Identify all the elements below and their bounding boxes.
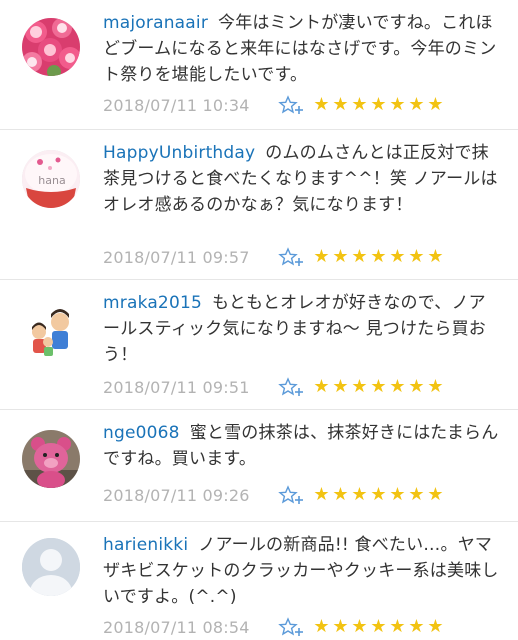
star-icon: ★ bbox=[332, 484, 349, 505]
comment-body: majoranaair 今年はミントが凄いですね。これほどブームになると来年にはな… bbox=[103, 10, 499, 88]
star-icon: ★ bbox=[370, 94, 387, 115]
username-link[interactable]: harienikki bbox=[103, 535, 188, 555]
star-rating: ★ ★ ★ ★ ★ ★ ★ bbox=[312, 95, 445, 115]
default-user-icon bbox=[22, 538, 80, 596]
star-icon: ★ bbox=[427, 484, 444, 505]
star-icon: ★ bbox=[370, 616, 387, 637]
comment-meta: 2018/07/11 10:34 ★ ★ ★ ★ ★ ★ ★ bbox=[103, 94, 445, 116]
star-plus-icon[interactable] bbox=[278, 617, 304, 637]
star-icon: ★ bbox=[389, 94, 406, 115]
avatar[interactable] bbox=[22, 18, 80, 76]
comment-item: majoranaair 今年はミントが凄いですね。これほどブームになると来年にはな… bbox=[0, 0, 518, 130]
star-icon: ★ bbox=[370, 376, 387, 397]
roses-image bbox=[22, 18, 80, 76]
star-icon: ★ bbox=[313, 376, 330, 397]
family-image bbox=[22, 302, 80, 360]
star-icon: ★ bbox=[427, 246, 444, 267]
avatar-label: hana bbox=[38, 174, 65, 187]
timestamp: 2018/07/11 09:26 bbox=[103, 485, 250, 505]
star-icon: ★ bbox=[351, 246, 368, 267]
comment-item: harienikki ノアールの新商品!! 食べたい…。ヤマザキビスケットのクラッ… bbox=[0, 522, 518, 640]
username-link[interactable]: mraka2015 bbox=[103, 293, 202, 313]
star-icon: ★ bbox=[427, 616, 444, 637]
star-icon: ★ bbox=[408, 616, 425, 637]
star-icon: ★ bbox=[389, 484, 406, 505]
star-icon: ★ bbox=[332, 376, 349, 397]
bear-toy-image bbox=[22, 430, 80, 488]
star-plus-icon[interactable] bbox=[278, 485, 304, 505]
avatar[interactable] bbox=[22, 430, 80, 488]
star-icon: ★ bbox=[389, 246, 406, 267]
timestamp: 2018/07/11 10:34 bbox=[103, 95, 250, 115]
comment-meta: 2018/07/11 08:54 ★ ★ ★ ★ ★ ★ ★ bbox=[103, 616, 445, 638]
comment-body: HappyUnbirthday のムのムさんとは正反対で抹茶見つけると食べたくなり… bbox=[103, 140, 499, 218]
comment-meta: 2018/07/11 09:57 ★ ★ ★ ★ ★ ★ ★ bbox=[103, 246, 445, 268]
comment-body: mraka2015 もともとオレオが好きなので、ノアールスティック気になりますね〜… bbox=[103, 290, 499, 368]
comment-item: hana HappyUnbirthday のムのムさんとは正反対で抹茶見つけると食… bbox=[0, 130, 518, 280]
star-icon: ★ bbox=[313, 94, 330, 115]
star-icon: ★ bbox=[313, 246, 330, 267]
avatar[interactable] bbox=[22, 538, 80, 596]
star-icon: ★ bbox=[332, 246, 349, 267]
comment-meta: 2018/07/11 09:26 ★ ★ ★ ★ ★ ★ ★ bbox=[103, 484, 445, 506]
star-icon: ★ bbox=[408, 94, 425, 115]
star-icon: ★ bbox=[351, 94, 368, 115]
avatar[interactable]: hana bbox=[22, 150, 80, 208]
star-rating: ★ ★ ★ ★ ★ ★ ★ bbox=[312, 247, 445, 267]
comment-list: majoranaair 今年はミントが凄いですね。これほどブームになると来年にはな… bbox=[0, 0, 518, 640]
star-rating: ★ ★ ★ ★ ★ ★ ★ bbox=[312, 617, 445, 637]
comment-body: harienikki ノアールの新商品!! 食べたい…。ヤマザキビスケットのクラッ… bbox=[103, 532, 499, 610]
star-icon: ★ bbox=[408, 246, 425, 267]
star-icon: ★ bbox=[370, 484, 387, 505]
username-link[interactable]: majoranaair bbox=[103, 13, 208, 33]
star-icon: ★ bbox=[408, 484, 425, 505]
star-plus-icon[interactable] bbox=[278, 95, 304, 115]
star-icon: ★ bbox=[427, 376, 444, 397]
star-plus-icon[interactable] bbox=[278, 377, 304, 397]
comment-item: nge0068 蜜と雪の抹茶は、抹茶好きにはたまらんですね。買います。 2018/… bbox=[0, 410, 518, 522]
username-link[interactable]: HappyUnbirthday bbox=[103, 143, 255, 163]
comment-body: nge0068 蜜と雪の抹茶は、抹茶好きにはたまらんですね。買います。 bbox=[103, 420, 499, 472]
star-icon: ★ bbox=[313, 616, 330, 637]
star-rating: ★ ★ ★ ★ ★ ★ ★ bbox=[312, 485, 445, 505]
star-icon: ★ bbox=[389, 616, 406, 637]
star-icon: ★ bbox=[370, 246, 387, 267]
star-icon: ★ bbox=[351, 376, 368, 397]
timestamp: 2018/07/11 09:51 bbox=[103, 377, 250, 397]
star-icon: ★ bbox=[351, 616, 368, 637]
star-icon: ★ bbox=[389, 376, 406, 397]
timestamp: 2018/07/11 09:57 bbox=[103, 247, 250, 267]
star-plus-icon[interactable] bbox=[278, 247, 304, 267]
username-link[interactable]: nge0068 bbox=[103, 423, 180, 443]
comment-item: mraka2015 もともとオレオが好きなので、ノアールスティック気になりますね〜… bbox=[0, 280, 518, 410]
star-icon: ★ bbox=[351, 484, 368, 505]
star-icon: ★ bbox=[427, 94, 444, 115]
star-icon: ★ bbox=[332, 616, 349, 637]
star-icon: ★ bbox=[332, 94, 349, 115]
avatar[interactable] bbox=[22, 302, 80, 360]
star-icon: ★ bbox=[313, 484, 330, 505]
star-icon: ★ bbox=[408, 376, 425, 397]
star-rating: ★ ★ ★ ★ ★ ★ ★ bbox=[312, 377, 445, 397]
comment-meta: 2018/07/11 09:51 ★ ★ ★ ★ ★ ★ ★ bbox=[103, 376, 445, 398]
timestamp: 2018/07/11 08:54 bbox=[103, 617, 250, 637]
cupcake-image: hana bbox=[22, 150, 80, 208]
